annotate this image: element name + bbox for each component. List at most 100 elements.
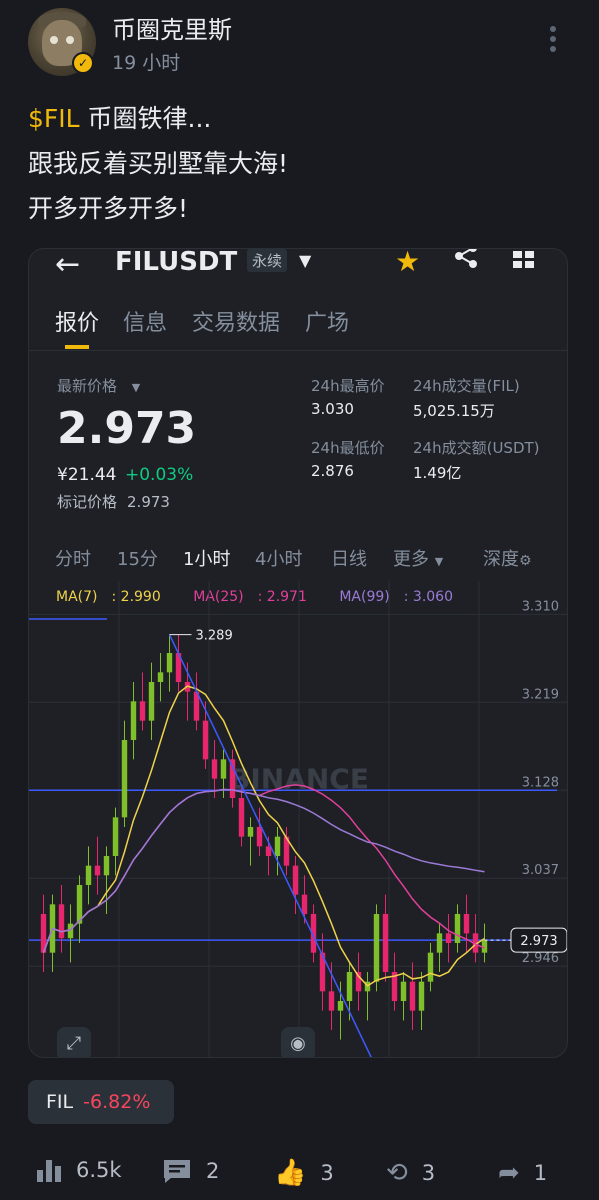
- candle-body: [274, 836, 281, 856]
- post-line-3: 开多开多开多!: [28, 194, 189, 223]
- y-tick-label: 2.946: [522, 951, 559, 966]
- candle-body: [58, 904, 65, 939]
- share-button[interactable]: ➦ 1: [498, 1158, 547, 1188]
- candle-body: [85, 865, 92, 885]
- market-tabs: 报价 信息 交易数据 广场: [29, 305, 567, 351]
- y-tick-label: 3.037: [522, 863, 559, 878]
- candle-body: [445, 933, 452, 943]
- candle-body: [454, 914, 461, 943]
- repost-button[interactable]: ⟲ 3: [386, 1158, 435, 1188]
- candle-body: [67, 923, 74, 939]
- cashtag-link[interactable]: $FIL: [28, 104, 80, 133]
- tab-square[interactable]: 广场: [305, 305, 349, 337]
- market-screenshot-card[interactable]: ← FILUSDT 永续 ▼ ★ 报价 信息 交易数据 广场 最新价格 ▼ 2.…: [28, 248, 568, 1058]
- high-label: 24h最高价: [311, 377, 385, 395]
- candle-body: [166, 653, 173, 673]
- thumbs-up-icon: 👍: [274, 1158, 307, 1188]
- coin-change: -6.82%: [83, 1091, 151, 1113]
- comment-button[interactable]: 2: [162, 1158, 219, 1184]
- active-tab-indicator: [65, 345, 89, 349]
- low-label: 24h最低价: [311, 439, 385, 457]
- post-actions-bar: 6.5k 2 👍 3 ⟲ 3 ➦ 1: [0, 1150, 599, 1200]
- high-marker-label: 3.289: [196, 629, 233, 644]
- symbol-title: FILUSDT: [115, 248, 238, 277]
- candle-body: [292, 865, 299, 895]
- y-tick-label: 3.128: [522, 775, 559, 790]
- post-header: ✓ 币圈克里斯 19 小时: [0, 0, 599, 90]
- share-icon[interactable]: [453, 248, 479, 269]
- eye-icon[interactable]: ◉: [281, 1027, 315, 1057]
- interval-1h[interactable]: 1小时: [183, 545, 230, 571]
- candle-body: [157, 672, 164, 682]
- mark-price: 标记价格 2.973: [57, 493, 170, 511]
- candle-body: [337, 1001, 344, 1011]
- candle-body: [373, 914, 380, 982]
- grid-menu-icon[interactable]: [513, 251, 535, 269]
- caret-down-icon: ▼: [434, 555, 444, 568]
- interval-4h[interactable]: 4小时: [255, 545, 302, 571]
- trend-line: [168, 634, 372, 1057]
- settings-icon: ⚙: [519, 553, 532, 569]
- market-nav-bar: ← FILUSDT 永续 ▼ ★: [29, 248, 567, 289]
- caret-down-icon: ▼: [131, 381, 141, 394]
- y-tick-label: 3.219: [522, 687, 559, 702]
- tab-quote[interactable]: 报价: [55, 305, 99, 337]
- more-options-icon[interactable]: [546, 26, 560, 58]
- like-button[interactable]: 👍 3: [274, 1158, 334, 1188]
- interval-more[interactable]: 更多 ▼: [393, 545, 443, 571]
- post-line-2: 跟我反着买别墅靠大海!: [28, 149, 289, 178]
- candle-body: [238, 798, 245, 837]
- candle-body: [436, 933, 443, 953]
- views-count: 6.5k: [36, 1158, 122, 1182]
- favorite-star-icon[interactable]: ★: [395, 249, 420, 278]
- cny-price: ¥21.44: [57, 465, 117, 485]
- candle-body: [139, 701, 146, 721]
- interval-15m[interactable]: 15分: [117, 545, 158, 571]
- candle-body: [328, 991, 335, 1011]
- ma99-line: [42, 788, 485, 953]
- fullscreen-icon[interactable]: ⤢: [57, 1027, 91, 1057]
- share-arrow-icon: ➦: [498, 1158, 520, 1188]
- post-line-1: 币圈铁律...: [79, 104, 212, 133]
- candle-body: [148, 682, 155, 721]
- chevron-down-icon[interactable]: ▼: [299, 251, 311, 270]
- post-time: 19 小时: [112, 52, 181, 74]
- candle-body: [130, 701, 137, 740]
- repost-icon: ⟲: [386, 1158, 408, 1188]
- last-price-label[interactable]: 最新价格 ▼: [57, 375, 140, 396]
- candle-body: [220, 759, 227, 779]
- candle-body: [418, 981, 425, 1011]
- interval-1d[interactable]: 日线: [331, 545, 367, 571]
- verified-badge-icon: ✓: [72, 52, 94, 74]
- comment-icon: [164, 1160, 190, 1183]
- vol-usdt-label: 24h成交额(USDT): [413, 439, 540, 457]
- last-price: 2.973: [57, 403, 197, 454]
- ma7-line: [42, 685, 485, 987]
- low-value: 2.876: [311, 462, 354, 480]
- back-arrow-icon[interactable]: ←: [55, 249, 80, 282]
- candle-body: [382, 914, 389, 972]
- candle-body: [121, 740, 128, 818]
- candle-body: [400, 981, 407, 1001]
- candle-body: [103, 856, 110, 876]
- interval-tabs: 分时 15分 1小时 4小时 日线 更多 ▼ 深度⚙: [29, 545, 567, 575]
- candle-body: [247, 827, 254, 837]
- candlestick-chart[interactable]: 3.3103.2193.1283.0372.946BINANCE3.2892.9…: [29, 581, 568, 1058]
- author-name[interactable]: 币圈克里斯: [112, 10, 232, 45]
- candle-body: [202, 720, 209, 760]
- contract-type-badge: 永续: [247, 249, 288, 272]
- tab-trading-data[interactable]: 交易数据: [192, 305, 280, 337]
- tab-info[interactable]: 信息: [123, 305, 167, 337]
- last-price-marker: 2.973: [520, 934, 557, 949]
- candle-body: [256, 827, 263, 847]
- interval-depth[interactable]: 深度⚙: [483, 545, 532, 571]
- coin-symbol: FIL: [46, 1091, 74, 1113]
- candle-body: [346, 972, 353, 1001]
- interval-time[interactable]: 分时: [55, 545, 91, 571]
- candle-body: [463, 914, 470, 934]
- bar-chart-icon: [37, 1160, 61, 1182]
- candle-body: [94, 865, 101, 876]
- candle-body: [301, 894, 308, 914]
- candle-body: [112, 817, 119, 856]
- coin-tag[interactable]: FIL -6.82%: [28, 1080, 174, 1124]
